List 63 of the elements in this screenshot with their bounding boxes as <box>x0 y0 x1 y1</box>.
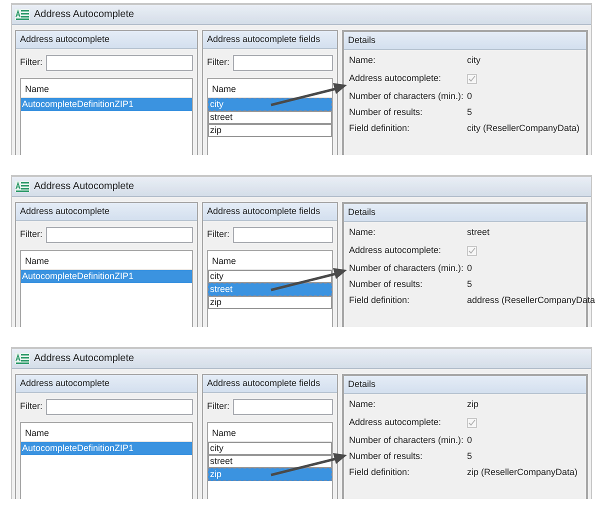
filter-field[interactable] <box>46 55 193 71</box>
list-item[interactable]: zip <box>208 296 332 309</box>
detail-label: Field definition: <box>349 122 411 136</box>
group-header: Address autocomplete <box>16 31 197 49</box>
detail-value: 0 <box>467 434 472 448</box>
detail-label: Field definition: <box>349 294 411 308</box>
list-item[interactable]: street <box>208 111 332 124</box>
window-title: Address Autocomplete <box>34 352 134 366</box>
detail-value: zip <box>467 398 479 412</box>
detail-value: 0 <box>467 90 472 104</box>
detail-value: 5 <box>467 450 472 464</box>
detail-value: city (ResellerCompanyData) <box>467 122 580 136</box>
detail-label: Address autocomplete: <box>349 416 442 430</box>
group-header: Address autocomplete <box>16 375 197 393</box>
detail-value: zip (ResellerCompanyData) <box>467 466 578 480</box>
group-header: Details <box>344 376 586 394</box>
group-header: Details <box>344 204 586 222</box>
filter-label: Filter: <box>207 56 230 70</box>
detail-value: city <box>467 54 480 68</box>
detail-label: Number of characters (min.): <box>349 262 465 276</box>
detail-value: street <box>467 226 490 240</box>
filter-label: Filter: <box>207 228 230 242</box>
detail-label: Address autocomplete: <box>349 244 442 258</box>
filter-label: Filter: <box>20 400 42 414</box>
window-title: Address Autocomplete <box>34 180 134 194</box>
detail-label: Name: <box>349 226 377 240</box>
detail-label: Address autocomplete: <box>349 72 442 86</box>
filter-label: Filter: <box>20 56 42 70</box>
list-icon <box>15 353 30 364</box>
group-header: Address autocomplete fields <box>203 203 337 221</box>
filter-field[interactable] <box>46 227 193 243</box>
checkbox[interactable] <box>467 418 477 428</box>
group-header: Details <box>344 32 586 50</box>
list-item[interactable]: city <box>208 270 332 283</box>
filter-label: Filter: <box>20 228 42 242</box>
window-title: Address Autocomplete <box>34 8 134 22</box>
detail-label: Number of characters (min.): <box>349 434 465 448</box>
detail-value: 5 <box>467 106 472 120</box>
detail-value: 5 <box>467 278 472 292</box>
list-icon <box>15 9 30 20</box>
filter-label: Filter: <box>207 400 230 414</box>
detail-label: Name: <box>349 54 377 68</box>
group-header: Address autocomplete <box>16 203 197 221</box>
filter-field[interactable] <box>232 227 333 243</box>
filter-field[interactable] <box>232 55 333 71</box>
list-item[interactable]: street <box>208 455 332 468</box>
list-item[interactable]: city <box>208 442 332 455</box>
filter-field[interactable] <box>232 399 333 415</box>
detail-label: Number of results: <box>349 450 424 464</box>
list-item[interactable]: zip <box>208 124 332 137</box>
detail-label: Number of characters (min.): <box>349 90 465 104</box>
detail-label: Name: <box>349 398 377 412</box>
filter-field[interactable] <box>46 399 193 415</box>
detail-value: address (ResellerCompanyData <box>467 294 596 308</box>
group-header: Address autocomplete fields <box>203 31 337 49</box>
detail-value: 0 <box>467 262 472 276</box>
list-icon <box>15 181 30 192</box>
detail-label: Number of results: <box>349 106 424 120</box>
checkbox[interactable] <box>467 246 477 256</box>
group-header: Address autocomplete fields <box>203 375 337 393</box>
detail-label: Number of results: <box>349 278 424 292</box>
detail-label: Field definition: <box>349 466 411 480</box>
checkbox[interactable] <box>467 74 477 84</box>
